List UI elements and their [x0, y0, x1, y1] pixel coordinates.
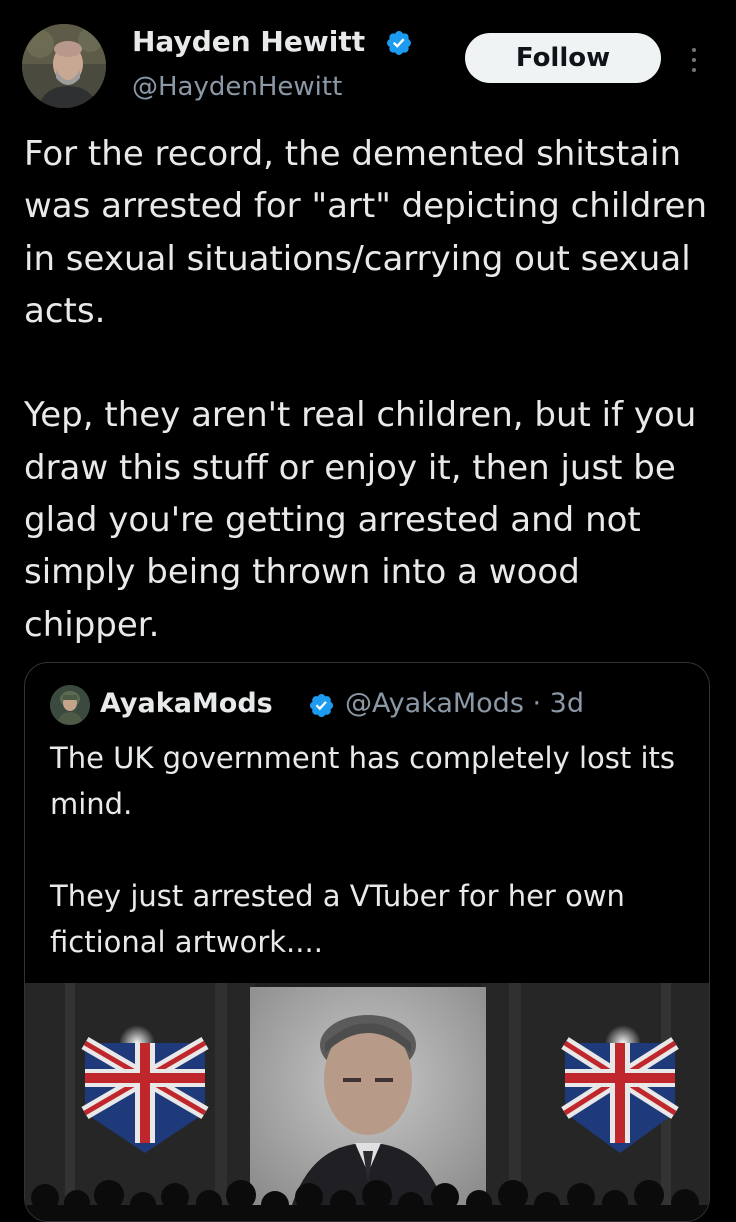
quoted-tweet-card[interactable]: AyakaMods @AyakaMods · 3d The UK governm…	[24, 662, 710, 1222]
quoted-tweet-paragraph: They just arrested a VTuber for her own …	[50, 879, 625, 959]
tweet-header: Hayden Hewitt @HaydenHewitt Follow	[0, 0, 736, 120]
quoted-author-avatar-image	[50, 685, 90, 725]
quoted-tweet-body: The UK government has completely lost it…	[50, 735, 700, 965]
quoted-tweet-media-image[interactable]	[25, 983, 709, 1221]
author-avatar[interactable]	[22, 24, 106, 108]
author-display-name[interactable]: Hayden Hewitt	[132, 24, 365, 60]
verified-badge-icon	[387, 31, 411, 55]
quoted-author-handle-time[interactable]: @AyakaMods · 3d	[345, 686, 584, 722]
tweet-paragraph: Yep, they aren't real children, but if y…	[24, 395, 697, 645]
tweet-body: For the record, the demented shitstain w…	[24, 128, 714, 651]
quoted-tweet-paragraph: The UK government has completely lost it…	[50, 741, 676, 821]
more-options-icon[interactable]	[682, 40, 706, 80]
quoted-author-avatar[interactable]	[50, 685, 90, 725]
tweet-paragraph: For the record, the demented shitstain w…	[24, 134, 708, 331]
follow-button[interactable]: Follow	[465, 33, 661, 83]
media-illustration	[25, 983, 709, 1221]
author-handle[interactable]: @HaydenHewitt	[132, 70, 342, 104]
author-avatar-image	[22, 24, 106, 108]
quoted-author-display-name[interactable]: AyakaMods	[100, 686, 273, 722]
verified-badge-icon	[309, 693, 334, 718]
